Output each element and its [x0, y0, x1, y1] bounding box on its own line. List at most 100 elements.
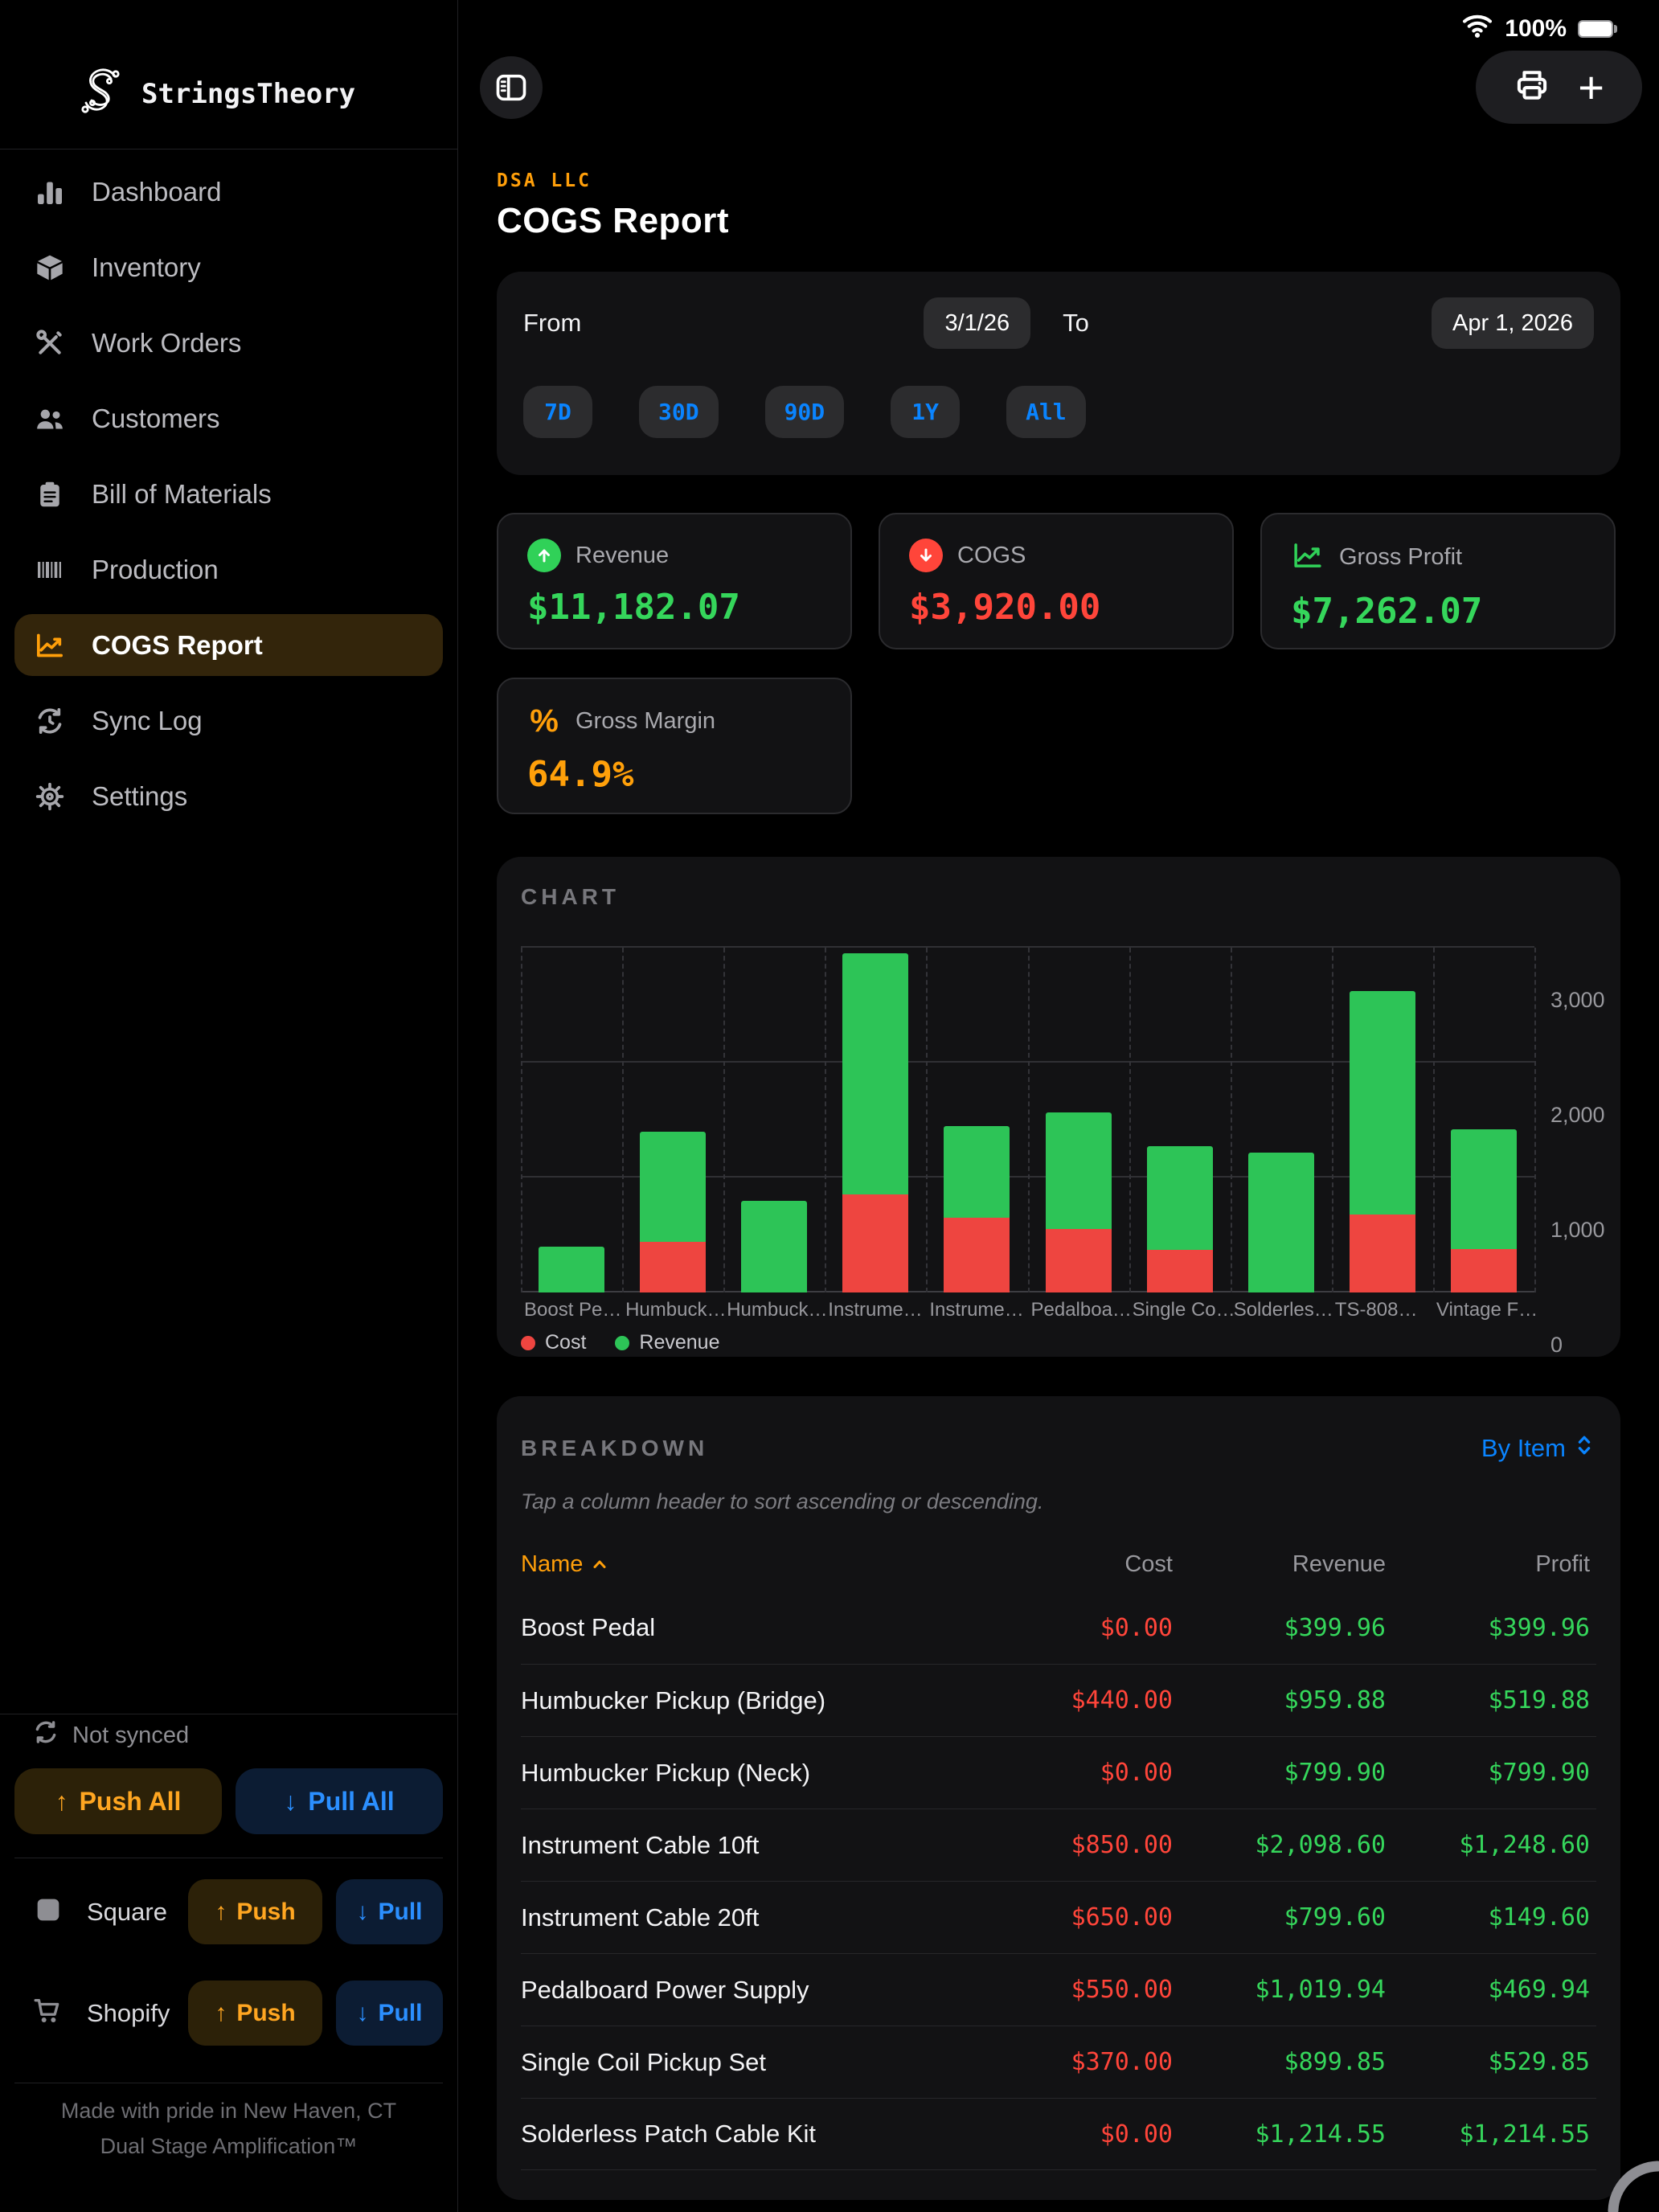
sidebar-item-label: Inventory [92, 252, 201, 283]
x-axis-label: Vintage F… [1436, 1299, 1538, 1321]
cell-name: Single Coil Pickup Set [521, 2048, 980, 2077]
cell-revenue: $1,214.55 [1173, 2120, 1386, 2149]
gridline-vertical [723, 948, 725, 1292]
table-row: Humbucker Pickup (Neck)$0.00$799.90$799.… [521, 1736, 1596, 1809]
company-label: DSA LLC [497, 170, 1620, 191]
cart-icon [32, 1995, 64, 2031]
column-header-revenue[interactable]: Revenue [1173, 1551, 1386, 1578]
legend-label: Cost [545, 1331, 586, 1354]
cell-name: Humbucker Pickup (Neck) [521, 1759, 980, 1788]
box-icon [32, 250, 68, 285]
chart-section-label: CHART [521, 884, 1596, 910]
table-row: Boost Pedal$0.00$399.96$399.96 [521, 1591, 1596, 1664]
sidebar-toggle-button[interactable] [480, 56, 543, 119]
stat-value: 64.9% [527, 754, 821, 795]
push-all-button[interactable]: ↑ Push All [14, 1768, 222, 1834]
stat-card-gross-profit: Gross Profit $7,262.07 [1260, 513, 1616, 649]
sort-hint: Tap a column header to sort ascending or… [521, 1489, 1596, 1514]
bar-stack [741, 1201, 807, 1292]
gridline-vertical [1534, 948, 1536, 1292]
sidebar-item-inventory[interactable]: Inventory [14, 236, 443, 298]
bar-segment-cost [842, 1194, 908, 1292]
gridline-vertical [825, 948, 826, 1292]
cell-revenue: $799.60 [1173, 1903, 1386, 1931]
sidebar-item-label: Settings [92, 781, 187, 812]
arrow-up-icon: ↑ [215, 2000, 227, 2027]
gridline-vertical [622, 948, 624, 1292]
range-preset-all[interactable]: All [1006, 386, 1086, 438]
sidebar-item-production[interactable]: Production [14, 539, 443, 600]
print-button[interactable] [1514, 67, 1550, 108]
stats-grid: Revenue $11,182.07 COGS $3,920.00 Gross … [497, 513, 1620, 814]
sidebar-item-dashboard[interactable]: Dashboard [14, 161, 443, 223]
sidebar-header: StringsTheory [0, 0, 457, 150]
sidebar-item-label: Bill of Materials [92, 479, 272, 510]
dashboard-icon [32, 174, 68, 210]
sync-status: Not synced [14, 1722, 443, 1749]
square-push-button[interactable]: ↑Push [188, 1879, 322, 1944]
x-axis-label: Instrume… [828, 1299, 929, 1321]
people-icon [32, 401, 68, 436]
cell-cost: $850.00 [980, 1831, 1173, 1859]
shopify-push-button[interactable]: ↑Push [188, 1981, 322, 2046]
arrow-down-circle-icon [909, 539, 943, 572]
sort-ascending-icon [591, 1551, 608, 1578]
table-row: Pedalboard Power Supply$550.00$1,019.94$… [521, 1953, 1596, 2026]
cell-revenue: $899.85 [1173, 2048, 1386, 2076]
bar-stack [842, 953, 908, 1292]
from-label: From [523, 309, 581, 338]
shopify-pull-button[interactable]: ↓Pull [336, 1981, 443, 2046]
range-preset-90d[interactable]: 90D [765, 386, 845, 438]
y-tick-label: 2,000 [1550, 1103, 1605, 1128]
stat-card-gross-margin: % Gross Margin 64.9% [497, 678, 852, 814]
bar-segment-revenue [1350, 991, 1415, 1214]
sidebar-item-customers[interactable]: Customers [14, 387, 443, 449]
column-header-name[interactable]: Name [521, 1551, 980, 1578]
pull-all-button[interactable]: ↓ Pull All [236, 1768, 443, 1834]
sidebar-item-settings[interactable]: Settings [14, 765, 443, 827]
range-preset-1y[interactable]: 1Y [891, 386, 960, 438]
table-row: Instrument Cable 10ft$850.00$2,098.60$1,… [521, 1809, 1596, 1881]
integration-name: Shopify [87, 1999, 188, 2028]
bar-segment-revenue [640, 1132, 706, 1242]
sidebar-item-sync-log[interactable]: Sync Log [14, 690, 443, 752]
chart-card: CHART 01,0002,0003,000 Boost Pe…Humbuck…… [497, 857, 1620, 1357]
table-row: Single Coil Pickup Set$370.00$899.85$529… [521, 2026, 1596, 2098]
range-preset-30d[interactable]: 30D [639, 386, 719, 438]
bar-stack [1046, 1112, 1112, 1292]
cell-profit: $469.94 [1386, 1976, 1590, 2004]
from-date-picker[interactable]: 3/1/26 [924, 297, 1030, 349]
stat-value: $3,920.00 [909, 587, 1203, 628]
x-axis-label: TS-808… [1335, 1299, 1436, 1321]
app-logo-icon [77, 66, 124, 121]
add-button[interactable]: + [1578, 65, 1604, 110]
cell-name: Pedalboard Power Supply [521, 1976, 980, 2005]
sidebar-item-label: COGS Report [92, 630, 263, 661]
arrow-up-icon: ↑ [55, 1787, 68, 1817]
cell-name: Humbucker Pickup (Bridge) [521, 1686, 980, 1715]
cell-cost: $550.00 [980, 1976, 1173, 2004]
x-axis-label: Pedalboa… [1031, 1299, 1133, 1321]
legend-dot [521, 1336, 535, 1350]
integration-row-square: Square ↑Push ↓Pull [14, 1879, 443, 1944]
column-header-cost[interactable]: Cost [980, 1551, 1173, 1578]
cell-cost: $440.00 [980, 1686, 1173, 1714]
range-preset-7d[interactable]: 7D [523, 386, 592, 438]
header-actions: + [1476, 51, 1642, 124]
cell-name: Boost Pedal [521, 1613, 980, 1642]
sidebar-item-bill-of-materials[interactable]: Bill of Materials [14, 463, 443, 525]
to-label: To [1063, 309, 1089, 338]
gear-icon [32, 779, 68, 814]
square-pull-button[interactable]: ↓Pull [336, 1879, 443, 1944]
column-header-profit[interactable]: Profit [1386, 1551, 1590, 1578]
sidebar-item-work-orders[interactable]: Work Orders [14, 312, 443, 374]
x-axis-label: Humbuck… [625, 1299, 727, 1321]
table-row: Humbucker Pickup (Bridge)$440.00$959.88$… [521, 1664, 1596, 1736]
cell-revenue: $1,019.94 [1173, 1976, 1386, 2004]
sidebar-item-cogs-report[interactable]: COGS Report [14, 614, 443, 676]
to-date-picker[interactable]: Apr 1, 2026 [1432, 297, 1594, 349]
gridline-vertical [1028, 948, 1030, 1292]
legend-label: Revenue [639, 1331, 719, 1354]
group-by-selector[interactable]: By Item [1481, 1432, 1596, 1465]
cell-revenue: $959.88 [1173, 1686, 1386, 1714]
